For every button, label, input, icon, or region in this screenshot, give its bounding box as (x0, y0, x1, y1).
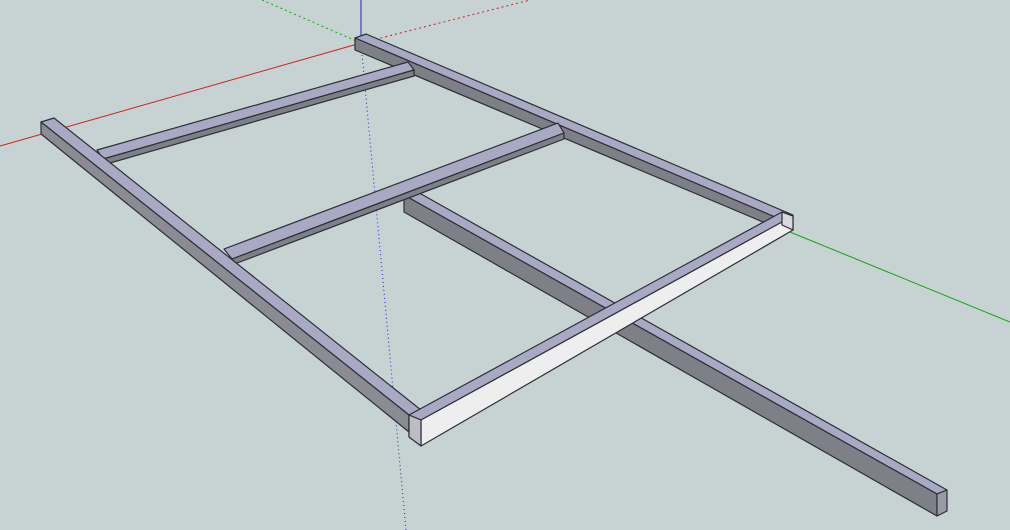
frame-model[interactable] (40, 33, 948, 517)
crossbar-1[interactable] (96, 61, 415, 166)
scene-canvas[interactable] (0, 0, 1010, 530)
long-beam[interactable] (403, 189, 948, 517)
green-axis-dotted (261, 0, 362, 44)
green-axis-solid (789, 231, 1010, 323)
crossbar-2[interactable] (223, 122, 565, 266)
3d-modeling-viewport[interactable] (0, 0, 1010, 530)
left-rail[interactable] (40, 117, 422, 437)
blue-axis-dotted (360, 42, 407, 530)
red-axis-dotted (360, 0, 531, 44)
